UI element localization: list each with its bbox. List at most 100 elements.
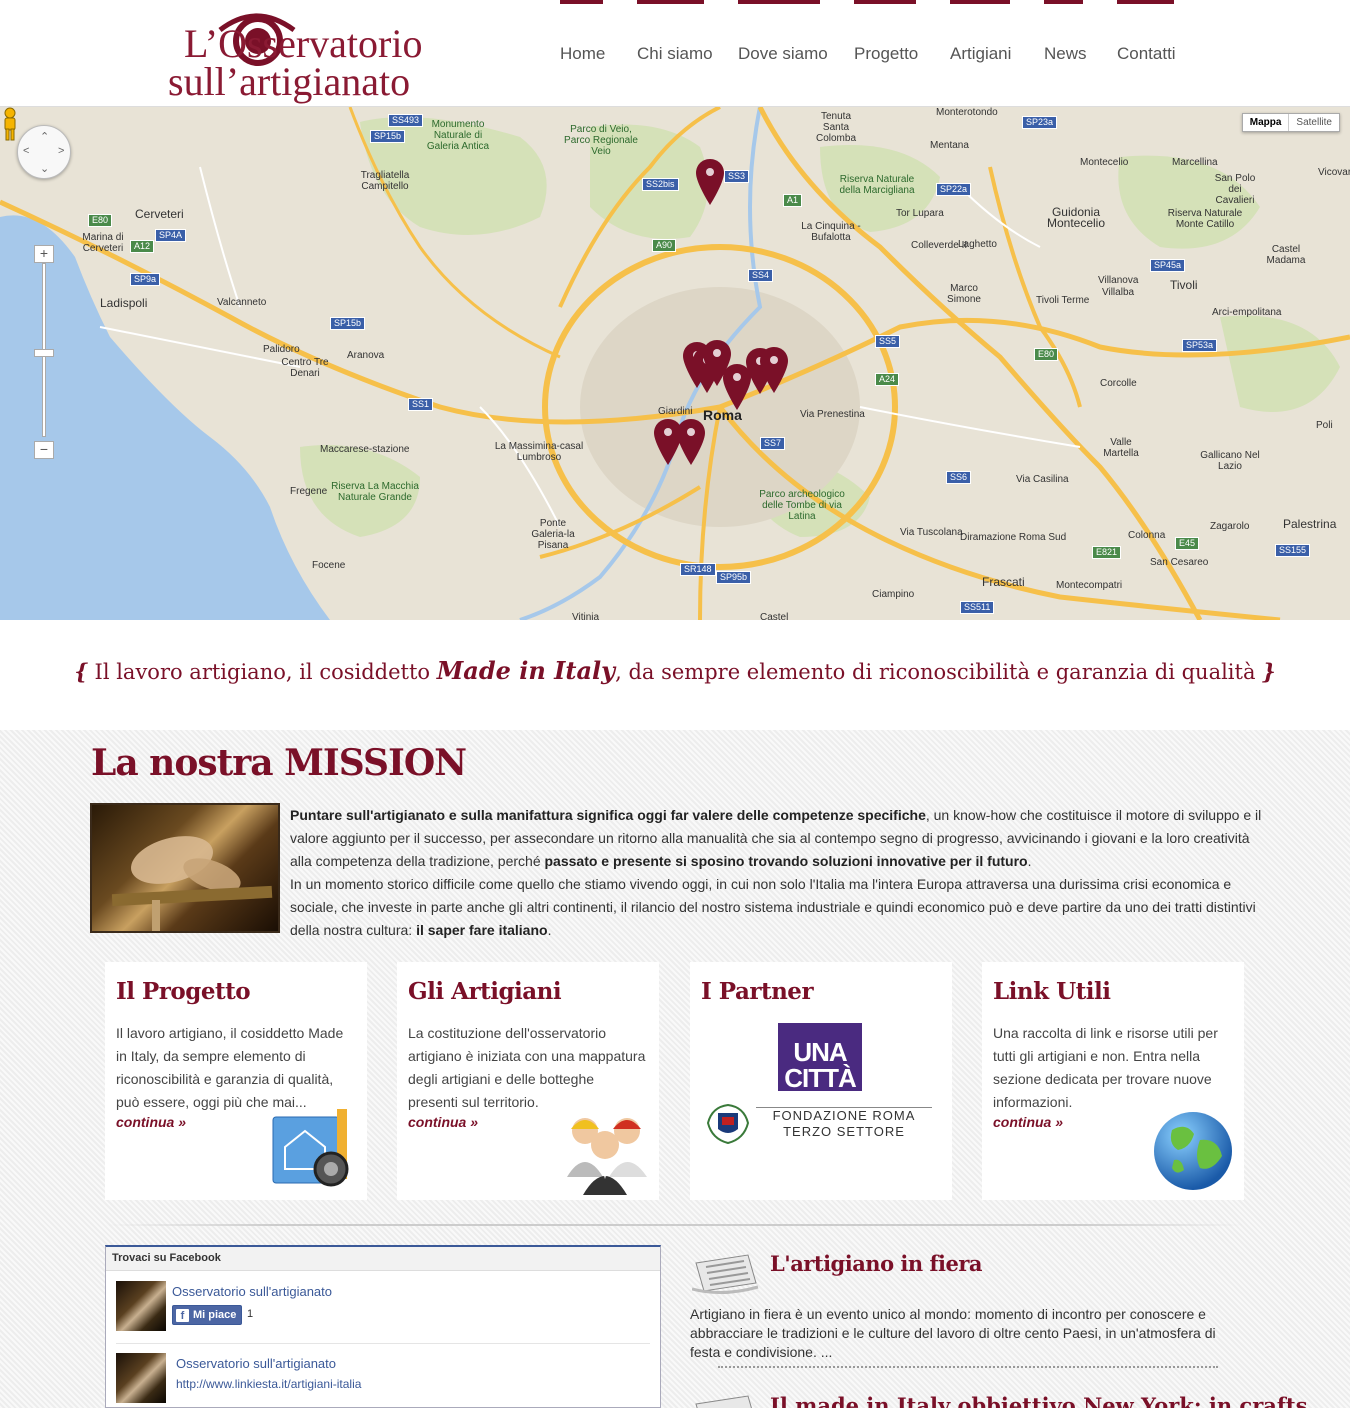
card-progetto: Il Progetto Il lavoro artigiano, il cosi…: [105, 962, 367, 1200]
newspaper-icon: [692, 1254, 759, 1295]
map-type-control: Mappa Satellite: [1241, 113, 1340, 132]
map-label-la-cinquina: La Cinquina - Bufalotta: [801, 221, 861, 243]
road-tag: SP22a: [936, 183, 972, 196]
mission-p1-bold2: passato e presente si sposino trovando s…: [544, 853, 1028, 869]
nav-contatti[interactable]: Contatti: [1117, 0, 1176, 107]
map-label-ponte-galeria: Ponte Galeria-la Pisana: [531, 518, 575, 551]
una-citta-logo[interactable]: UNA CITTÀ: [778, 1023, 862, 1091]
nav-news[interactable]: News: [1044, 0, 1087, 107]
facebook-f-icon: f: [176, 1309, 189, 1322]
map-pan-control[interactable]: ⌃ ⌄ < >: [17, 125, 71, 179]
road-tag: E45: [1175, 537, 1200, 550]
facebook-post-author[interactable]: Osservatorio sull'artigianato: [176, 1356, 336, 1371]
fondazione-roma-logo[interactable]: FONDAZIONE ROMA TERZO SETTORE: [756, 1108, 932, 1140]
news-title[interactable]: Il made in Italy obbiettivo New York: in…: [770, 1393, 1307, 1408]
road-tag: SS7: [760, 437, 786, 450]
google-map[interactable]: Mappa Satellite ⌃ ⌄ < > + − Roma Cervete…: [0, 107, 1350, 620]
facebook-page-name[interactable]: Osservatorio sull'artigianato: [172, 1284, 332, 1299]
card-more-link[interactable]: continua »: [408, 1114, 478, 1130]
newspaper-icon: [695, 1395, 752, 1408]
map-label-mentana: Mentana: [930, 140, 969, 151]
nav-chi-siamo[interactable]: Chi siamo: [637, 0, 713, 107]
map-marker-icon[interactable]: [696, 159, 724, 205]
road-tag: SP15b: [370, 130, 406, 143]
facebook-like-count: 1: [247, 1308, 254, 1320]
map-label-focene: Focene: [312, 560, 346, 571]
pan-down-icon[interactable]: ⌄: [40, 162, 49, 175]
map-label-palidoro: Palidoro: [263, 344, 300, 355]
card-title[interactable]: Il Progetto: [116, 978, 251, 1005]
map-label-castel: Castel: [760, 612, 789, 620]
zoom-in-button[interactable]: +: [34, 245, 54, 263]
facebook-post-link[interactable]: http://www.linkiesta.it/artigiani-italia: [176, 1377, 361, 1391]
map-label-ciampino: Ciampino: [872, 589, 915, 600]
pan-right-icon[interactable]: >: [58, 145, 64, 157]
map-type-satellite-button[interactable]: Satellite: [1288, 114, 1339, 131]
road-tag: SP23a: [1022, 116, 1058, 129]
tagline-after: , da sempre elemento di riconoscibilità …: [615, 660, 1263, 684]
zoom-slider-thumb[interactable]: [34, 349, 54, 357]
tagline-close-brace: }: [1262, 659, 1276, 684]
map-label-villalba: Villalba: [1102, 287, 1135, 298]
tagline-open-brace: {: [74, 659, 88, 684]
pan-left-icon[interactable]: <: [23, 145, 29, 157]
nav-artigiani[interactable]: Artigiani: [950, 0, 1011, 107]
map-label-valle-martella: Valle Martella: [1103, 437, 1139, 459]
card-text: Una raccolta di link e risorse utili per…: [993, 1025, 1218, 1110]
map-label-gallicano: Gallicano Nel Lazio: [1200, 450, 1260, 472]
card-title[interactable]: I Partner: [701, 978, 814, 1005]
map-label-monte-catillo: Riserva Naturale Monte Catillo: [1167, 208, 1243, 230]
map-label-arci-empolitana: Arci-empolitana: [1212, 307, 1282, 318]
road-tag: A24: [875, 373, 900, 386]
section-divider: [105, 1224, 1245, 1226]
card-text: Il lavoro artigiano, il cosiddetto Made …: [116, 1025, 344, 1110]
nav-dove-siamo[interactable]: Dove siamo: [738, 0, 828, 107]
site-logo[interactable]: L’Osservatorio sull’artigianato: [168, 6, 508, 104]
map-label-marcellina: Marcellina: [1172, 157, 1218, 168]
map-zoom-control: + −: [34, 245, 54, 465]
site-header: L’Osservatorio sull’artigianato Home Chi…: [0, 0, 1350, 107]
map-label-massimina: La Massimina-casal Lumbroso: [494, 441, 584, 463]
road-tag: SR148: [680, 563, 716, 576]
map-label-via-tuscolana: Via Tuscolana: [900, 527, 963, 538]
map-type-map-button[interactable]: Mappa: [1243, 114, 1289, 131]
map-label-montecelio: Montecelio: [1080, 157, 1129, 168]
street-view-pegman-icon[interactable]: [0, 107, 20, 141]
map-label-guidonia: Guidonia Montecelio: [1046, 205, 1106, 230]
tagline-band: { Il lavoro artigiano, il cosiddetto Mad…: [0, 620, 1350, 730]
facebook-page-avatar[interactable]: [116, 1281, 166, 1331]
road-tag: SP45a: [1150, 259, 1186, 272]
map-label-san-cesareo: San Cesareo: [1150, 557, 1209, 568]
facebook-like-button[interactable]: f Mi piace: [172, 1305, 242, 1325]
news-separator: [718, 1366, 1218, 1368]
card-more-link[interactable]: continua »: [116, 1114, 186, 1130]
map-label-vitinia: Vitinia: [572, 612, 600, 620]
zoom-out-button[interactable]: −: [34, 441, 54, 459]
card-title[interactable]: Link Utili: [993, 978, 1111, 1005]
road-tag: SP95b: [716, 571, 752, 584]
map-label-parco-veio: Parco di Veio, Parco Regionale Veio: [564, 124, 638, 157]
mission-body: Puntare sull'artigianato e sulla manifat…: [290, 804, 1265, 942]
news-excerpt: Artigiano in fiera è un evento unico al …: [690, 1306, 1216, 1360]
road-tag: SS2bis: [642, 178, 679, 191]
map-label-aranova: Aranova: [347, 350, 385, 361]
map-label-valcanneto: Valcanneto: [217, 297, 267, 308]
road-tag: SP15b: [330, 317, 366, 330]
facebook-post-avatar[interactable]: [116, 1353, 166, 1403]
road-tag: SS511: [960, 601, 995, 614]
map-marker-icon[interactable]: [760, 347, 788, 393]
map-label-palestrina: Palestrina: [1283, 517, 1337, 531]
nav-progetto[interactable]: Progetto: [854, 0, 918, 107]
map-marker-icon[interactable]: [677, 419, 705, 465]
map-label-zagarolo: Zagarolo: [1210, 521, 1250, 532]
fondazione-crest-icon: [706, 1103, 750, 1145]
nav-home[interactable]: Home: [560, 0, 605, 107]
facebook-widget: Trovaci su Facebook Osservatorio sull'ar…: [105, 1245, 661, 1408]
pan-up-icon[interactable]: ⌃: [40, 130, 49, 143]
map-label-ladispoli: Ladispoli: [100, 296, 148, 310]
map-label-poli: Poli: [1316, 420, 1333, 431]
card-more-link[interactable]: continua »: [993, 1114, 1063, 1130]
card-title[interactable]: Gli Artigiani: [408, 978, 562, 1005]
news-title[interactable]: L'artigiano in fiera: [770, 1251, 983, 1276]
road-tag: SP4A: [155, 229, 187, 242]
